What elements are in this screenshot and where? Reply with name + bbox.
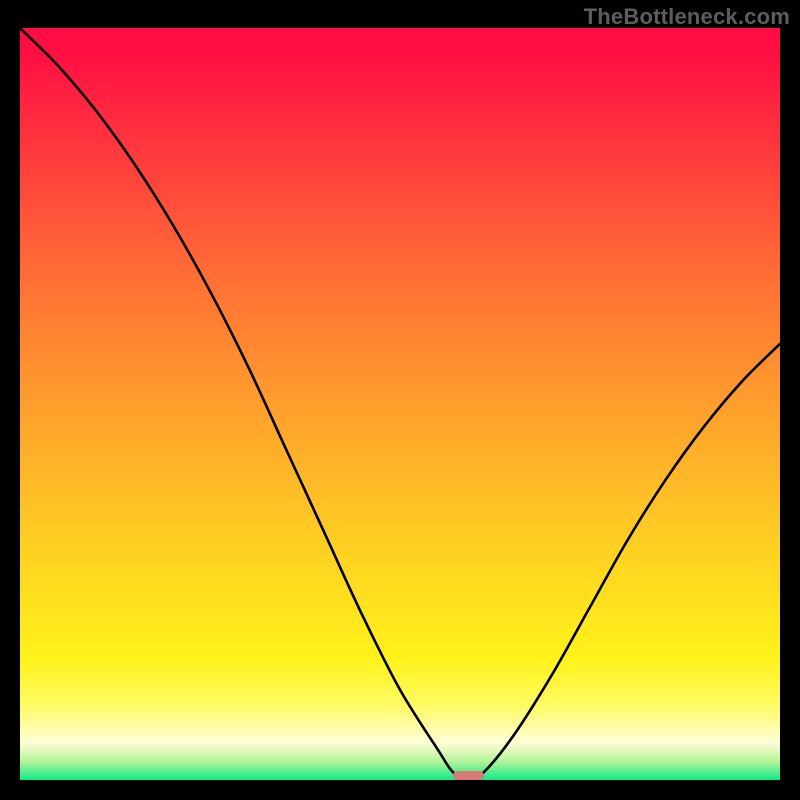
plot-area (20, 28, 780, 780)
watermark-text: TheBottleneck.com (584, 4, 790, 30)
bottleneck-curve (20, 28, 780, 780)
chart-frame: TheBottleneck.com (0, 0, 800, 800)
minimum-marker (453, 771, 483, 780)
